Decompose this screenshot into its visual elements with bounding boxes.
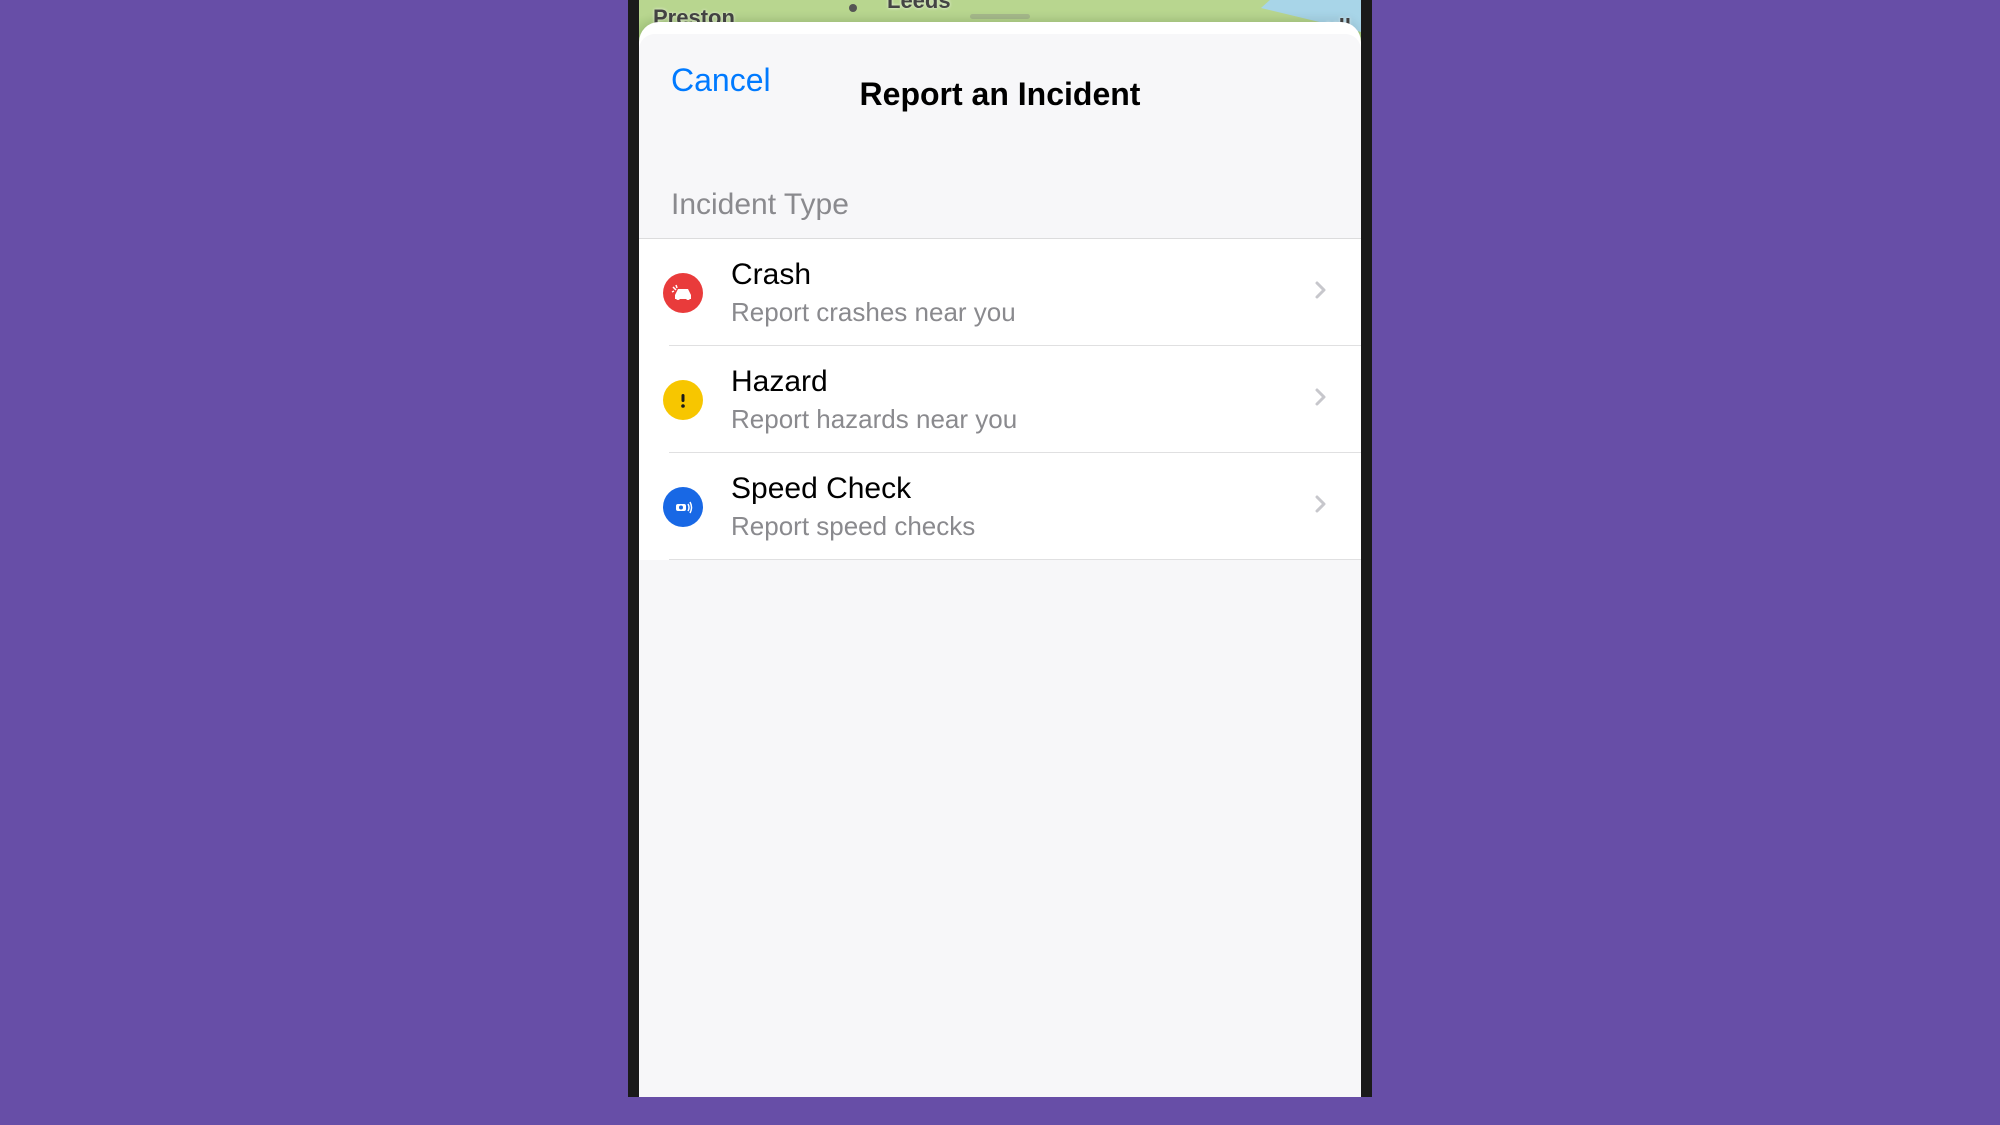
map-label-leeds: Leeds bbox=[887, 0, 951, 14]
row-subtitle: Report hazards near you bbox=[731, 404, 1313, 435]
hazard-icon bbox=[663, 380, 703, 420]
row-text: Speed Check Report speed checks bbox=[731, 471, 1313, 542]
chevron-right-icon bbox=[1313, 492, 1329, 521]
row-title: Crash bbox=[731, 257, 1313, 293]
row-title: Speed Check bbox=[731, 471, 1313, 507]
sheet-title: Report an Incident bbox=[860, 76, 1141, 113]
list-item-hazard[interactable]: Hazard Report hazards near you bbox=[639, 346, 1361, 453]
row-text: Crash Report crashes near you bbox=[731, 257, 1313, 328]
list-item-speed-check[interactable]: Speed Check Report speed checks bbox=[639, 453, 1361, 560]
row-subtitle: Report crashes near you bbox=[731, 297, 1313, 328]
chevron-right-icon bbox=[1313, 278, 1329, 307]
sheet-empty-area bbox=[639, 560, 1361, 1097]
sheet-header: Cancel Report an Incident bbox=[639, 34, 1361, 126]
sheet-content: Cancel Report an Incident Incident Type bbox=[639, 34, 1361, 1097]
list-item-crash[interactable]: Crash Report crashes near you bbox=[639, 239, 1361, 346]
phone-frame: Preston Leeds ull Cancel Report an Incid… bbox=[628, 0, 1372, 1097]
map-dot bbox=[849, 4, 857, 12]
sheet-grab-handle[interactable] bbox=[970, 14, 1030, 19]
report-incident-sheet: Cancel Report an Incident Incident Type bbox=[639, 22, 1361, 1097]
row-text: Hazard Report hazards near you bbox=[731, 364, 1313, 435]
row-title: Hazard bbox=[731, 364, 1313, 400]
row-subtitle: Report speed checks bbox=[731, 511, 1313, 542]
incident-type-list: Crash Report crashes near you bbox=[639, 238, 1361, 560]
speed-check-icon bbox=[663, 487, 703, 527]
section-header-incident-type: Incident Type bbox=[639, 126, 1361, 238]
chevron-right-icon bbox=[1313, 385, 1329, 414]
crash-icon bbox=[663, 273, 703, 313]
cancel-button[interactable]: Cancel bbox=[671, 62, 771, 99]
screen: Preston Leeds ull Cancel Report an Incid… bbox=[639, 0, 1361, 1097]
